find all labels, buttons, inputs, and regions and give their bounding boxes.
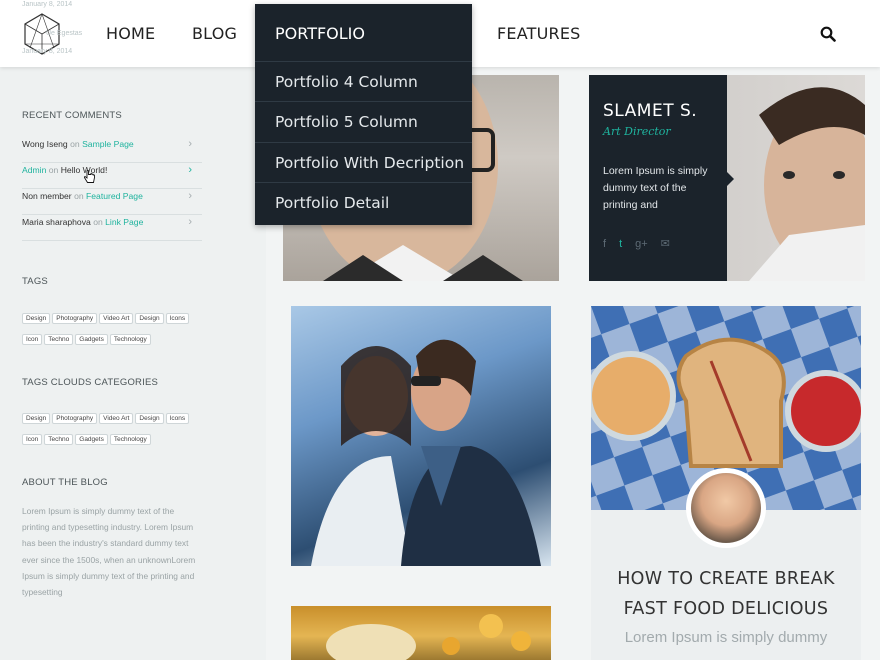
comment-item: Admin on Hello World! › bbox=[22, 163, 202, 189]
team-member-name: SLAMET S. bbox=[603, 101, 698, 121]
blog-title[interactable]: HOW TO CREATE BREAK FAST FOOD DELICIOUS bbox=[591, 564, 861, 624]
tag[interactable]: Gadgets bbox=[75, 434, 108, 445]
comment-link[interactable]: Sample Page bbox=[82, 139, 134, 149]
tag[interactable]: Icon bbox=[22, 334, 43, 345]
tag[interactable]: Icons bbox=[165, 413, 190, 424]
tag[interactable]: Design bbox=[22, 413, 51, 424]
comment-on: on bbox=[93, 217, 103, 227]
nav-blog[interactable]: BLOG bbox=[192, 24, 237, 43]
comment-author[interactable]: Non member bbox=[22, 191, 72, 201]
chevron-right-icon[interactable]: › bbox=[188, 137, 192, 151]
nav-portfolio[interactable]: PORTFOLIO bbox=[275, 24, 365, 43]
comment-on: on bbox=[48, 165, 59, 175]
tag-cloud-list: Design Photography Video Art Design Icons Ic… bbox=[22, 407, 212, 449]
portfolio-image[interactable] bbox=[291, 606, 551, 660]
comment-on: on bbox=[74, 191, 84, 201]
facebook-icon[interactable]: f bbox=[603, 238, 606, 250]
comment-author[interactable]: Wong Iseng bbox=[22, 139, 68, 149]
ghost-date: January 8, 2014 bbox=[22, 1, 73, 8]
chevron-right-icon[interactable]: › bbox=[188, 215, 192, 229]
comment-link[interactable]: Link Page bbox=[105, 217, 143, 227]
mail-icon[interactable]: ✉ bbox=[661, 237, 670, 250]
team-info-panel: SLAMET S. Art Director Lorem Ipsum is si… bbox=[589, 75, 727, 281]
about-text: Lorem Ipsum is simply dummy text of the … bbox=[22, 506, 196, 598]
recent-comments-heading: RECENT COMMENTS bbox=[22, 110, 122, 121]
couple-photo bbox=[311, 339, 541, 566]
team-member-role: Art Director bbox=[603, 125, 671, 138]
nav-home[interactable]: HOME bbox=[106, 24, 155, 43]
comment-author[interactable]: Admin bbox=[22, 165, 46, 175]
portfolio-dropdown: PORTFOLIO Portfolio 4 Column Portfolio 5… bbox=[255, 4, 472, 225]
tag[interactable]: Photography bbox=[52, 413, 98, 424]
search-icon[interactable] bbox=[820, 26, 836, 42]
tag[interactable]: Design bbox=[135, 313, 164, 324]
panel-pointer bbox=[727, 172, 734, 186]
dropdown-item[interactable]: Portfolio Detail bbox=[255, 182, 472, 222]
blog-excerpt: Lorem Ipsum is simply dummy bbox=[624, 629, 828, 646]
tag[interactable]: Techno bbox=[44, 434, 74, 445]
tag[interactable]: Technology bbox=[109, 434, 151, 445]
food-photo bbox=[326, 614, 531, 660]
tag[interactable]: Design bbox=[135, 413, 164, 424]
nav-features[interactable]: FEATURES bbox=[497, 24, 580, 43]
tag[interactable]: Technology bbox=[109, 334, 151, 345]
tag-list: Design Photography Video Art Design Icons Ic… bbox=[22, 307, 212, 349]
author-avatar[interactable] bbox=[686, 468, 766, 548]
comment-link[interactable]: Featured Page bbox=[86, 191, 143, 201]
tags-heading: TAGS bbox=[22, 276, 48, 287]
tag[interactable]: Photography bbox=[52, 313, 98, 324]
twitter-icon[interactable]: t bbox=[619, 238, 622, 250]
sidebar: RECENT COMMENTS Wong Iseng on Sample Pag… bbox=[0, 67, 266, 660]
comment-item: Wong Iseng on Sample Page › bbox=[22, 137, 202, 163]
team-member-desc: Lorem Ipsum is simply dummy text of the … bbox=[603, 165, 708, 211]
blog-title-line: FAST FOOD DELICIOUS bbox=[623, 599, 829, 619]
dropdown-item[interactable]: Portfolio 4 Column bbox=[255, 61, 472, 101]
tag[interactable]: Icon bbox=[22, 434, 43, 445]
blog-title-line: HOW TO CREATE BREAK bbox=[617, 569, 835, 589]
ghost-date: January 8, 2014 bbox=[22, 48, 73, 55]
comment-item: Maria sharaphova on Link Page › bbox=[22, 215, 202, 241]
avatar bbox=[691, 473, 761, 543]
social-links: f t g+ ✉ bbox=[603, 237, 683, 250]
comment-author[interactable]: Maria sharaphova bbox=[22, 217, 91, 227]
comment-item: Non member on Featured Page › bbox=[22, 189, 202, 215]
tag[interactable]: Video Art bbox=[99, 313, 134, 324]
tag[interactable]: Video Art bbox=[99, 413, 134, 424]
tag-clouds-heading: TAGS CLOUDS CATEGORIES bbox=[22, 377, 159, 388]
dropdown-item[interactable]: Portfolio With Decription bbox=[255, 142, 472, 182]
hand-cursor-icon bbox=[84, 170, 95, 183]
chevron-right-icon[interactable]: › bbox=[188, 189, 192, 203]
chevron-right-icon[interactable]: › bbox=[188, 163, 192, 177]
tag[interactable]: Gadgets bbox=[75, 334, 108, 345]
google-plus-icon[interactable]: g+ bbox=[635, 238, 648, 250]
tag[interactable]: Design bbox=[22, 313, 51, 324]
tag[interactable]: Icons bbox=[165, 313, 190, 324]
ghost-text: Ue Egestas bbox=[46, 30, 83, 37]
dropdown-item[interactable]: Portfolio 5 Column bbox=[255, 101, 472, 141]
comment-on: on bbox=[70, 139, 80, 149]
about-heading: ABOUT THE BLOG bbox=[22, 477, 108, 488]
portfolio-image[interactable] bbox=[291, 306, 551, 566]
tag[interactable]: Techno bbox=[44, 334, 74, 345]
